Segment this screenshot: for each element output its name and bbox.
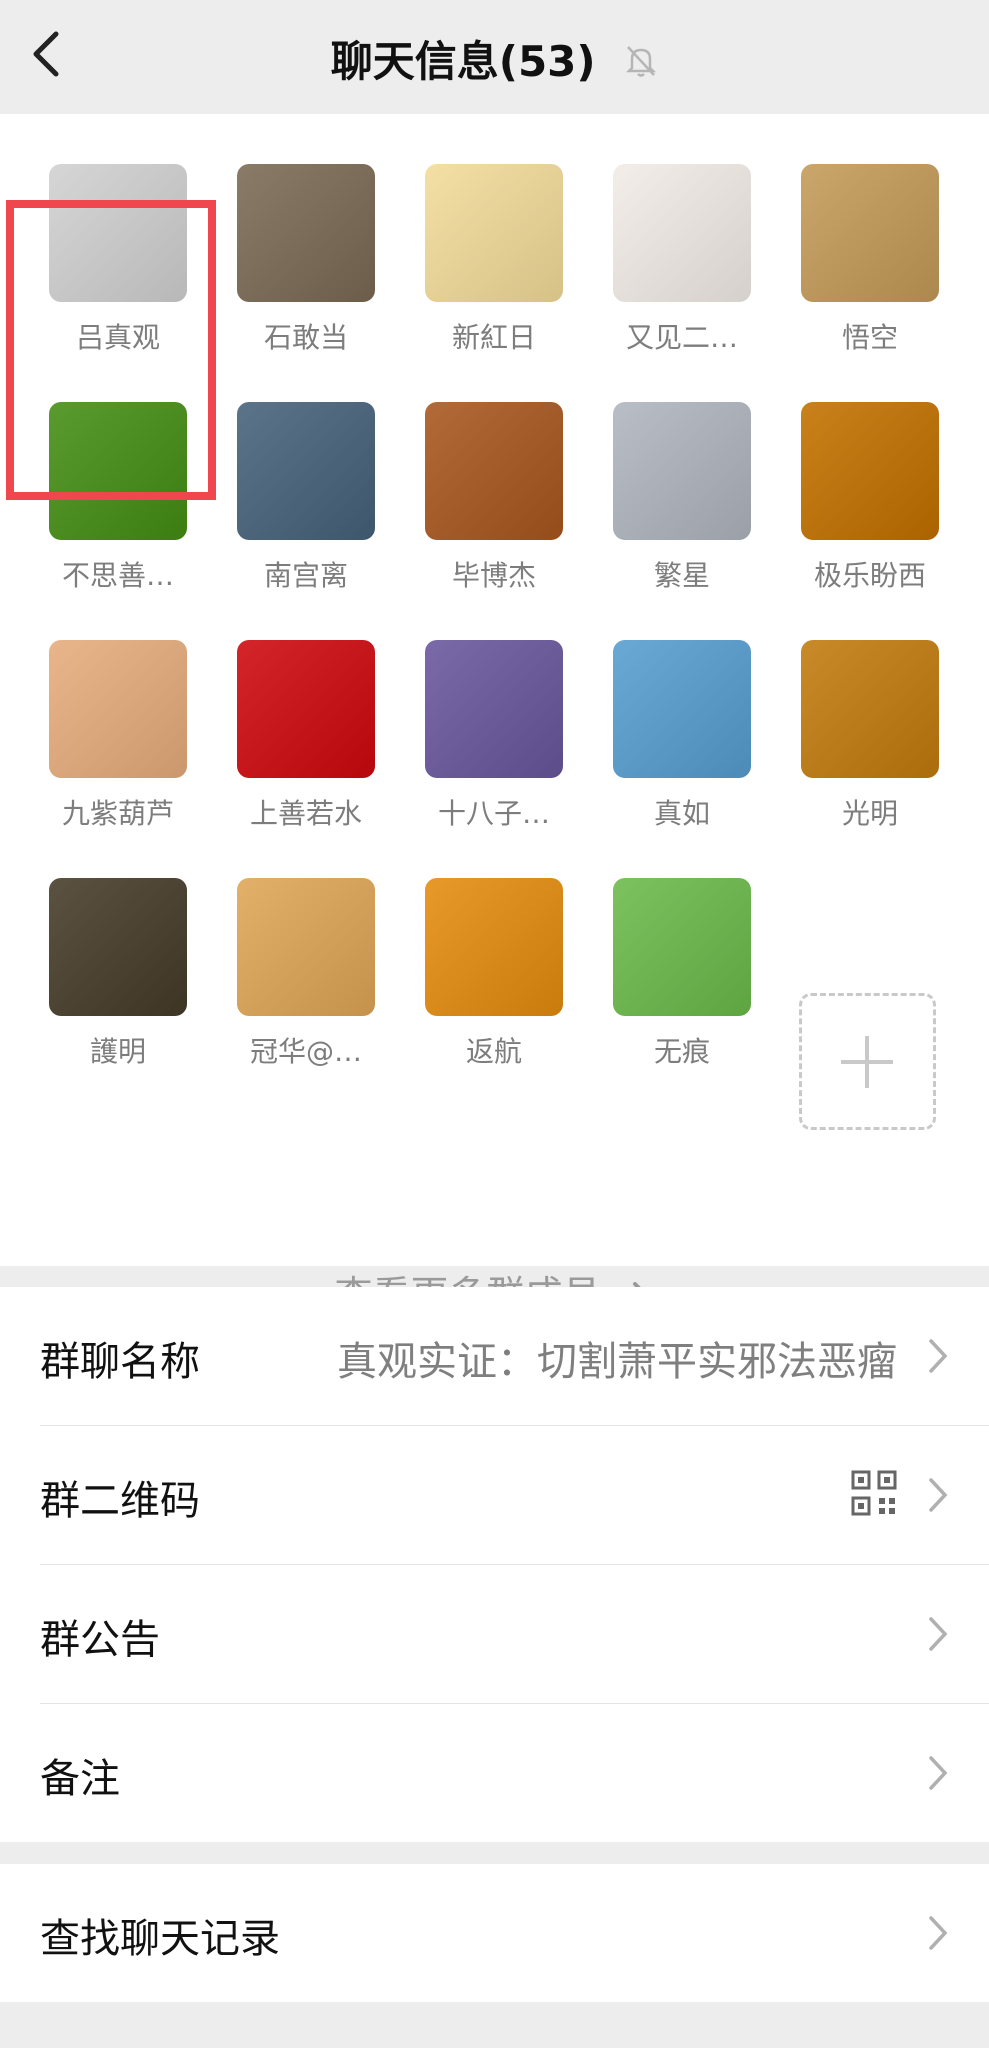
dragon-calligraphy-avatar xyxy=(425,164,563,302)
member-tile[interactable]: 護明 xyxy=(48,878,188,1070)
bell-off-icon xyxy=(624,40,658,89)
member-name: 上善若水 xyxy=(249,797,362,830)
cartoon-old-man-avatar xyxy=(49,164,187,302)
chevron-right-icon xyxy=(929,1478,948,1512)
cartoon-child-avatar xyxy=(613,164,751,302)
remark-row[interactable]: 备注 xyxy=(40,1704,989,1842)
group-qr-label: 群二维码 xyxy=(40,1478,200,1524)
member-tile[interactable]: 冠华@… xyxy=(236,878,376,1070)
member-tile[interactable]: 十八子… xyxy=(424,640,564,832)
stone-tablet-avatar xyxy=(237,164,375,302)
plus-icon xyxy=(841,1036,893,1088)
qr-code-icon xyxy=(851,1470,897,1516)
member-name: 不思善… xyxy=(61,559,174,592)
member-name: 光明 xyxy=(841,797,898,830)
member-name: 九紫葫芦 xyxy=(61,797,174,830)
member-name: 繁星 xyxy=(653,559,710,592)
group-announcement-row[interactable]: 群公告 xyxy=(40,1565,989,1704)
member-tile[interactable]: 悟空 xyxy=(800,164,940,356)
spice-market-avatar xyxy=(801,640,939,778)
flag-art-avatar xyxy=(237,640,375,778)
member-tile[interactable]: 又见二… xyxy=(612,164,752,356)
group-name-row[interactable]: 群聊名称 真观实证：切割萧平实邪法恶瘤 xyxy=(40,1287,989,1426)
member-tile[interactable]: 光明 xyxy=(800,640,940,832)
group-name-label: 群聊名称 xyxy=(40,1339,200,1385)
search-history-label: 查找聊天记录 xyxy=(40,1916,280,1962)
lavender-basket-avatar xyxy=(425,640,563,778)
buddha-sunset-avatar xyxy=(237,878,375,1016)
page-title: 聊天信息(53) xyxy=(330,37,596,86)
member-name: 极乐盼西 xyxy=(813,559,926,592)
member-name: 南宫离 xyxy=(263,559,348,592)
person-by-sea-avatar xyxy=(237,402,375,540)
golden-buddha-avatar xyxy=(801,402,939,540)
remark-label: 备注 xyxy=(40,1756,120,1802)
great-wall-avatar xyxy=(425,402,563,540)
sunset-field-avatar xyxy=(425,878,563,1016)
member-name: 毕博杰 xyxy=(451,559,536,592)
member-name: 无痕 xyxy=(653,1035,710,1068)
monk-on-lion-avatar xyxy=(613,640,751,778)
lotus-pond-avatar xyxy=(49,402,187,540)
member-grid: 吕真观 石敢当 新紅日 又见二… 悟空不思善… 南宫离 毕博杰 繁星 极乐盼西九紫葫芦 上善若水 十… xyxy=(0,114,989,1317)
member-name: 返航 xyxy=(465,1035,522,1068)
warrior-painting-avatar xyxy=(613,402,751,540)
member-tile[interactable]: 繁星 xyxy=(612,402,752,594)
member-tile[interactable]: 吕真观 xyxy=(48,164,188,356)
gourd-art-avatar xyxy=(49,640,187,778)
member-name: 護明 xyxy=(89,1035,146,1068)
group-settings: 群聊名称 真观实证：切割萧平实邪法恶瘤 群二维码 群公告 备注 xyxy=(0,1287,989,1842)
page-title-wrap: 聊天信息(53) xyxy=(0,28,989,89)
member-tile[interactable]: 不思善… xyxy=(48,402,188,594)
member-name: 吕真观 xyxy=(75,321,160,354)
member-tile[interactable]: 南宫离 xyxy=(236,402,376,594)
group-announcement-label: 群公告 xyxy=(40,1617,160,1663)
member-tile[interactable]: 九紫葫芦 xyxy=(48,640,188,832)
member-tile[interactable]: 毕博杰 xyxy=(424,402,564,594)
member-tile[interactable]: 真如 xyxy=(612,640,752,832)
member-tile[interactable]: 石敢当 xyxy=(236,164,376,356)
member-name: 冠华@… xyxy=(249,1035,362,1068)
member-name: 真如 xyxy=(653,797,710,830)
member-name: 石敢当 xyxy=(263,321,348,354)
group-name-value: 真观实证：切割萧平实邪法恶瘤 xyxy=(337,1339,897,1385)
member-tile[interactable]: 无痕 xyxy=(612,878,752,1070)
chevron-right-icon xyxy=(929,1339,948,1373)
member-name: 十八子… xyxy=(437,797,550,830)
top-bar: 聊天信息(53) xyxy=(0,0,989,112)
member-name: 新紅日 xyxy=(451,321,536,354)
member-name: 又见二… xyxy=(625,321,738,354)
member-tile[interactable]: 极乐盼西 xyxy=(800,402,940,594)
add-member-button[interactable] xyxy=(799,993,936,1130)
member-name: 悟空 xyxy=(841,321,898,354)
member-tile[interactable]: 上善若水 xyxy=(236,640,376,832)
crystal-ball-green-avatar xyxy=(613,878,751,1016)
chevron-right-icon xyxy=(929,1756,948,1790)
search-section: 查找聊天记录 xyxy=(0,1864,989,2002)
chevron-right-icon xyxy=(929,1617,948,1651)
member-tile[interactable]: 返航 xyxy=(424,878,564,1070)
search-history-row[interactable]: 查找聊天记录 xyxy=(40,1864,989,2002)
group-qr-row[interactable]: 群二维码 xyxy=(40,1426,989,1565)
baby-monk-avatar xyxy=(801,164,939,302)
member-tile[interactable]: 新紅日 xyxy=(424,164,564,356)
chevron-right-icon xyxy=(929,1916,948,1950)
buddha-statue-avatar xyxy=(49,878,187,1016)
